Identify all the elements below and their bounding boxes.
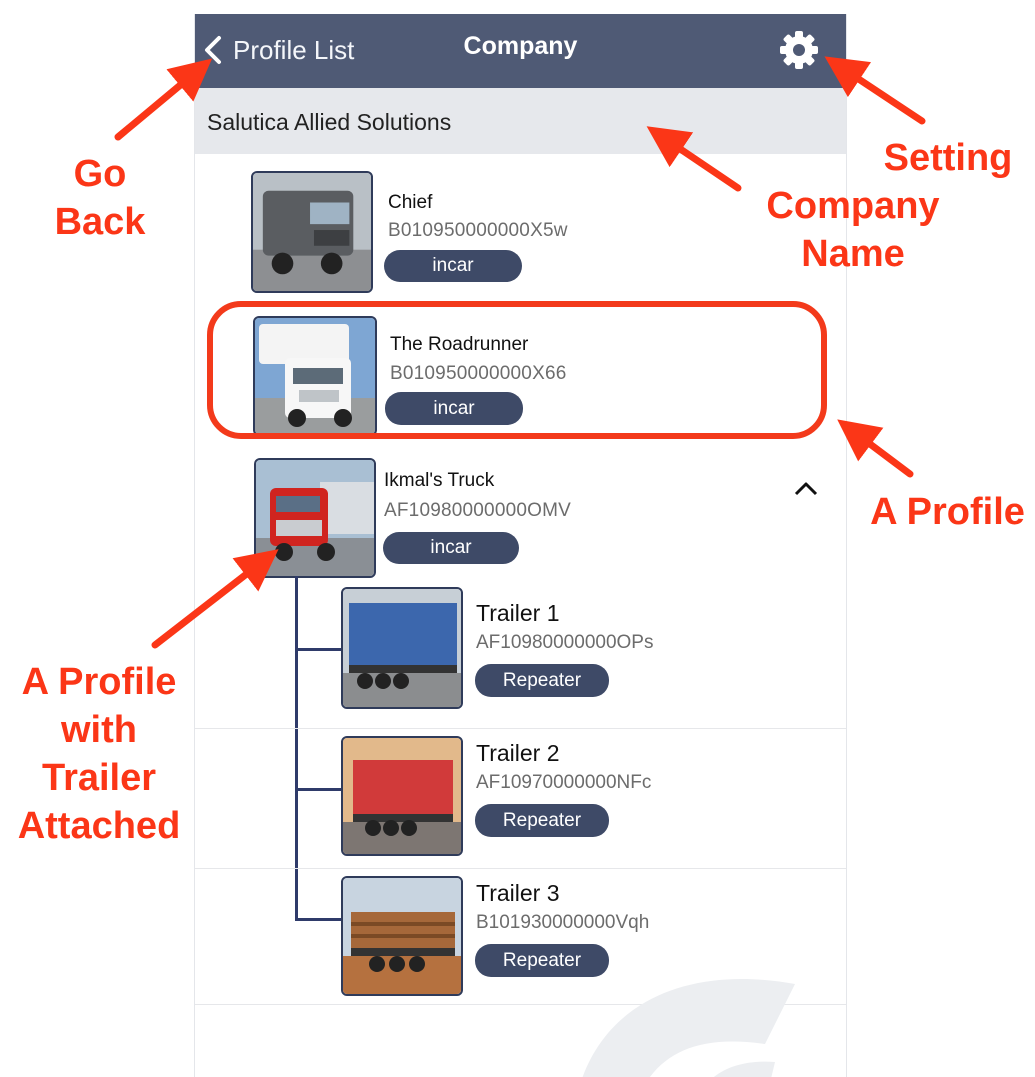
profile-row-roadrunner[interactable]: The Roadrunner B010950000000X66 incar [195, 306, 846, 447]
profile-serial: B010950000000X66 [390, 363, 567, 384]
truck-thumbnail [251, 171, 373, 293]
trailer-name: Trailer 2 [476, 740, 560, 766]
profile-serial: B010950000000X5w [388, 220, 568, 241]
trailer-serial: AF10980000000OPs [476, 632, 654, 653]
app-screen: Profile List Company Salutica Allied Sol… [194, 14, 847, 1077]
annotation-setting: Setting [868, 134, 1028, 182]
annotation-line: Back [54, 201, 146, 243]
annotation-line: A Profile [21, 661, 177, 703]
profile-name: Chief [388, 192, 433, 213]
trailer-name: Trailer 3 [476, 880, 560, 906]
back-button[interactable]: Profile List [201, 28, 354, 72]
truck-image-icon [255, 318, 375, 434]
trailer-thumbnail [341, 876, 463, 996]
repeater-badge[interactable]: Repeater [475, 664, 609, 697]
company-name: Salutica Allied Solutions [207, 109, 452, 135]
back-label: Profile List [233, 34, 355, 65]
annotation-line: Trailer [41, 757, 157, 799]
trailer-name: Trailer 1 [476, 600, 560, 626]
divider [195, 868, 846, 869]
nav-bar: Profile List Company [195, 14, 846, 88]
trailer-connector [295, 648, 341, 651]
trailer-serial: AF10970000000NFc [476, 772, 652, 793]
truck-image-icon [256, 460, 374, 576]
annotation-go-back: Go Back [40, 150, 160, 246]
trailer-connector [295, 918, 341, 921]
chevron-left-icon [205, 36, 221, 64]
annotation-line: Company [766, 185, 940, 227]
trailer-connector [295, 788, 341, 791]
incar-badge[interactable]: incar [383, 532, 519, 564]
trailer-image-icon [343, 738, 461, 854]
incar-badge[interactable]: incar [385, 392, 523, 425]
annotation-a-profile: A Profile [860, 488, 1035, 536]
annotation-company-name: Company Name [748, 182, 958, 278]
repeater-badge[interactable]: Repeater [475, 804, 609, 837]
trailer-image-icon [343, 878, 461, 994]
trailer-thumbnail [341, 736, 463, 856]
brand-watermark-icon [582, 979, 795, 1077]
annotation-line: Setting [883, 137, 1013, 179]
trailer-thumbnail [341, 587, 463, 709]
annotation-line: Name [801, 233, 905, 275]
annotation-line: Attached [17, 805, 181, 847]
divider [195, 728, 846, 729]
annotation-line: A Profile [870, 491, 1025, 533]
trailer-image-icon [343, 589, 461, 707]
profile-name: Ikmal's Truck [384, 470, 495, 491]
annotation-line: Go [73, 153, 127, 195]
profile-name: The Roadrunner [390, 334, 529, 355]
chevron-up-icon[interactable] [792, 478, 820, 498]
trailer-serial: B101930000000Vqh [476, 912, 650, 933]
annotation-line: with [61, 709, 137, 751]
gear-icon[interactable] [779, 30, 819, 70]
truck-image-icon [253, 173, 371, 291]
truck-thumbnail [253, 316, 377, 436]
profile-row-ikmals-truck[interactable]: Ikmal's Truck AF10980000000OMV incar Tra… [195, 446, 846, 1005]
profile-serial: AF10980000000OMV [384, 500, 571, 521]
trailer-tree-line [295, 576, 298, 921]
annotation-profile-with-trailer: A Profile with Trailer Attached [6, 658, 192, 850]
truck-thumbnail [254, 458, 376, 578]
incar-badge[interactable]: incar [384, 250, 522, 282]
company-header: Salutica Allied Solutions [195, 88, 846, 154]
